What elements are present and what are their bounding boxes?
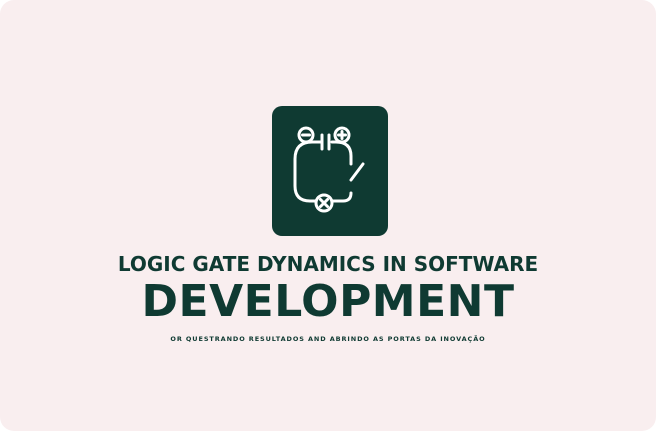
title-line-2: DEVELOPMENT (141, 276, 515, 327)
logo-tile (272, 106, 388, 236)
title-line-1: LOGIC GATE DYNAMICS IN SOFTWARE (117, 252, 539, 276)
circuit-switch-icon (293, 126, 365, 213)
tagline: OR QUESTRANDO RESULTADOS AND ABRINDO AS … (170, 335, 486, 343)
cover-card: LOGIC GATE DYNAMICS IN SOFTWARE DEVELOPM… (0, 0, 656, 431)
